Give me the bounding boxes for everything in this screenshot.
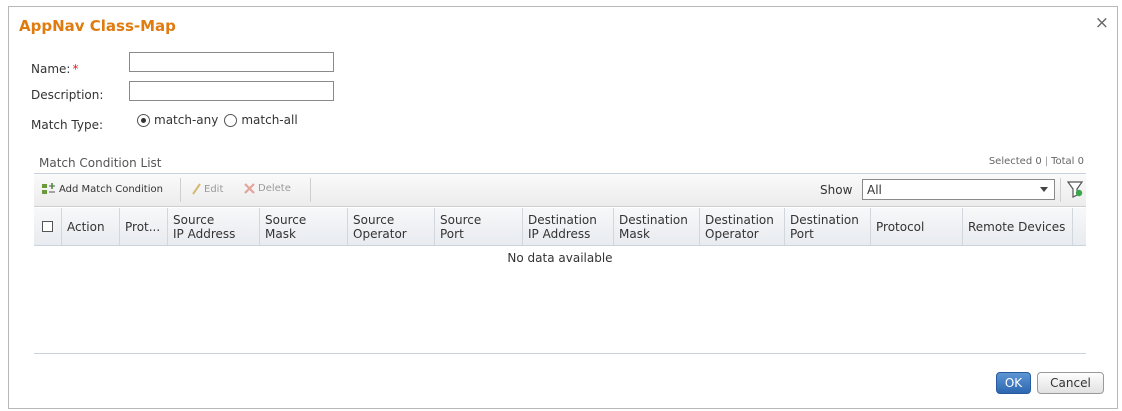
column-header-line: Operator [705, 226, 759, 241]
column-header-source-operator[interactable]: Source Operator [348, 208, 435, 245]
toolbar-divider [1060, 178, 1061, 202]
dropdown-arrow-icon[interactable] [1037, 180, 1051, 199]
column-header-line: Remote Devices [968, 219, 1066, 234]
column-header-line: Destination [705, 212, 774, 227]
description-label: Description: [31, 88, 104, 102]
column-header-destination-mask[interactable]: Destination Mask [614, 208, 700, 245]
ok-button[interactable]: OK [996, 372, 1031, 394]
column-header-line: IP Address [528, 226, 591, 241]
column-header-line: Mask [265, 226, 296, 241]
edit-label: Edit [204, 183, 224, 195]
add-condition-icon [42, 183, 56, 195]
empty-table-message: No data available [507, 251, 613, 265]
summary-separator: | [1044, 156, 1049, 167]
column-header-line: Operator [353, 226, 407, 241]
edit-button[interactable]: Edit [191, 183, 223, 195]
add-match-condition-label: Add Match Condition [59, 183, 163, 195]
table-header-row: Action Prot... Source IP Address Source Ma… [34, 208, 1086, 246]
select-all-header [34, 208, 62, 245]
table-toolbar: Add Match Condition Edit Delete Show All [34, 174, 1086, 207]
match-type-label: Match Type: [31, 118, 104, 132]
column-header-action[interactable]: Action [62, 208, 120, 245]
description-input[interactable] [129, 81, 334, 101]
match-any-label[interactable]: match-any [154, 113, 218, 127]
column-header-line: Action [67, 219, 105, 234]
match-type-radio-group: match-any match-all [137, 113, 304, 127]
delete-label: Delete [258, 183, 291, 194]
column-header-line: IP Address [173, 226, 236, 241]
match-any-radio[interactable] [137, 113, 150, 127]
required-mark: * [72, 62, 79, 76]
column-header-protocol[interactable]: Protocol [871, 208, 963, 245]
column-header-line: Mask [619, 226, 650, 241]
column-header-line: Port [440, 226, 464, 241]
delete-x-icon [244, 183, 255, 194]
column-header-source-mask[interactable]: Source Mask [260, 208, 348, 245]
selected-count: Selected 0 [988, 156, 1042, 167]
filter-icon[interactable] [1066, 180, 1084, 201]
add-match-condition-button[interactable]: Add Match Condition [42, 183, 163, 195]
column-header-line: Prot... [125, 219, 161, 234]
pencil-icon [191, 183, 201, 195]
match-all-radio[interactable] [224, 113, 238, 127]
column-header-line: Source [173, 212, 215, 227]
cancel-button[interactable]: Cancel [1037, 372, 1104, 394]
column-header-line: Source [353, 212, 395, 227]
name-label: Name: * [31, 62, 78, 76]
dialog-title: AppNav Class-Map [19, 17, 176, 35]
show-filter-select[interactable]: All [862, 179, 1055, 200]
close-icon[interactable]: × [1095, 13, 1109, 33]
select-all-checkbox[interactable] [42, 221, 53, 232]
column-header-line: Source [265, 212, 307, 227]
match-all-label[interactable]: match-all [241, 113, 297, 127]
show-filter-label: Show [820, 183, 853, 197]
toolbar-divider [310, 178, 311, 202]
name-label-text: Name: [31, 62, 71, 76]
column-header-line: Destination [528, 212, 597, 227]
column-header-remote-devices[interactable]: Remote Devices [963, 208, 1073, 245]
column-header-line: Destination [619, 212, 688, 227]
column-header-protocol-short[interactable]: Prot... [120, 208, 168, 245]
column-header-line: Protocol [876, 219, 925, 234]
appnav-class-map-dialog: AppNav Class-Map × Name: * Description: M… [8, 6, 1118, 409]
selection-summary: Selected 0 | Total 0 [989, 156, 1084, 167]
name-input[interactable] [129, 52, 334, 72]
toolbar-divider [180, 178, 181, 202]
show-filter-value: All [867, 182, 882, 197]
delete-button[interactable]: Delete [244, 183, 291, 194]
column-header-line: Source [440, 212, 482, 227]
column-header-line: Port [790, 226, 814, 241]
column-header-destination-port[interactable]: Destination Port [785, 208, 871, 245]
column-header-source-ip[interactable]: Source IP Address [168, 208, 260, 245]
column-header-source-port[interactable]: Source Port [435, 208, 523, 245]
total-count: Total 0 [1051, 156, 1084, 167]
match-condition-table: Add Match Condition Edit Delete Show All… [34, 173, 1086, 354]
column-header-destination-ip[interactable]: Destination IP Address [523, 208, 614, 245]
column-header-destination-operator[interactable]: Destination Operator [700, 208, 785, 245]
column-header-line: Destination [790, 212, 859, 227]
match-condition-list-title: Match Condition List [39, 156, 162, 170]
